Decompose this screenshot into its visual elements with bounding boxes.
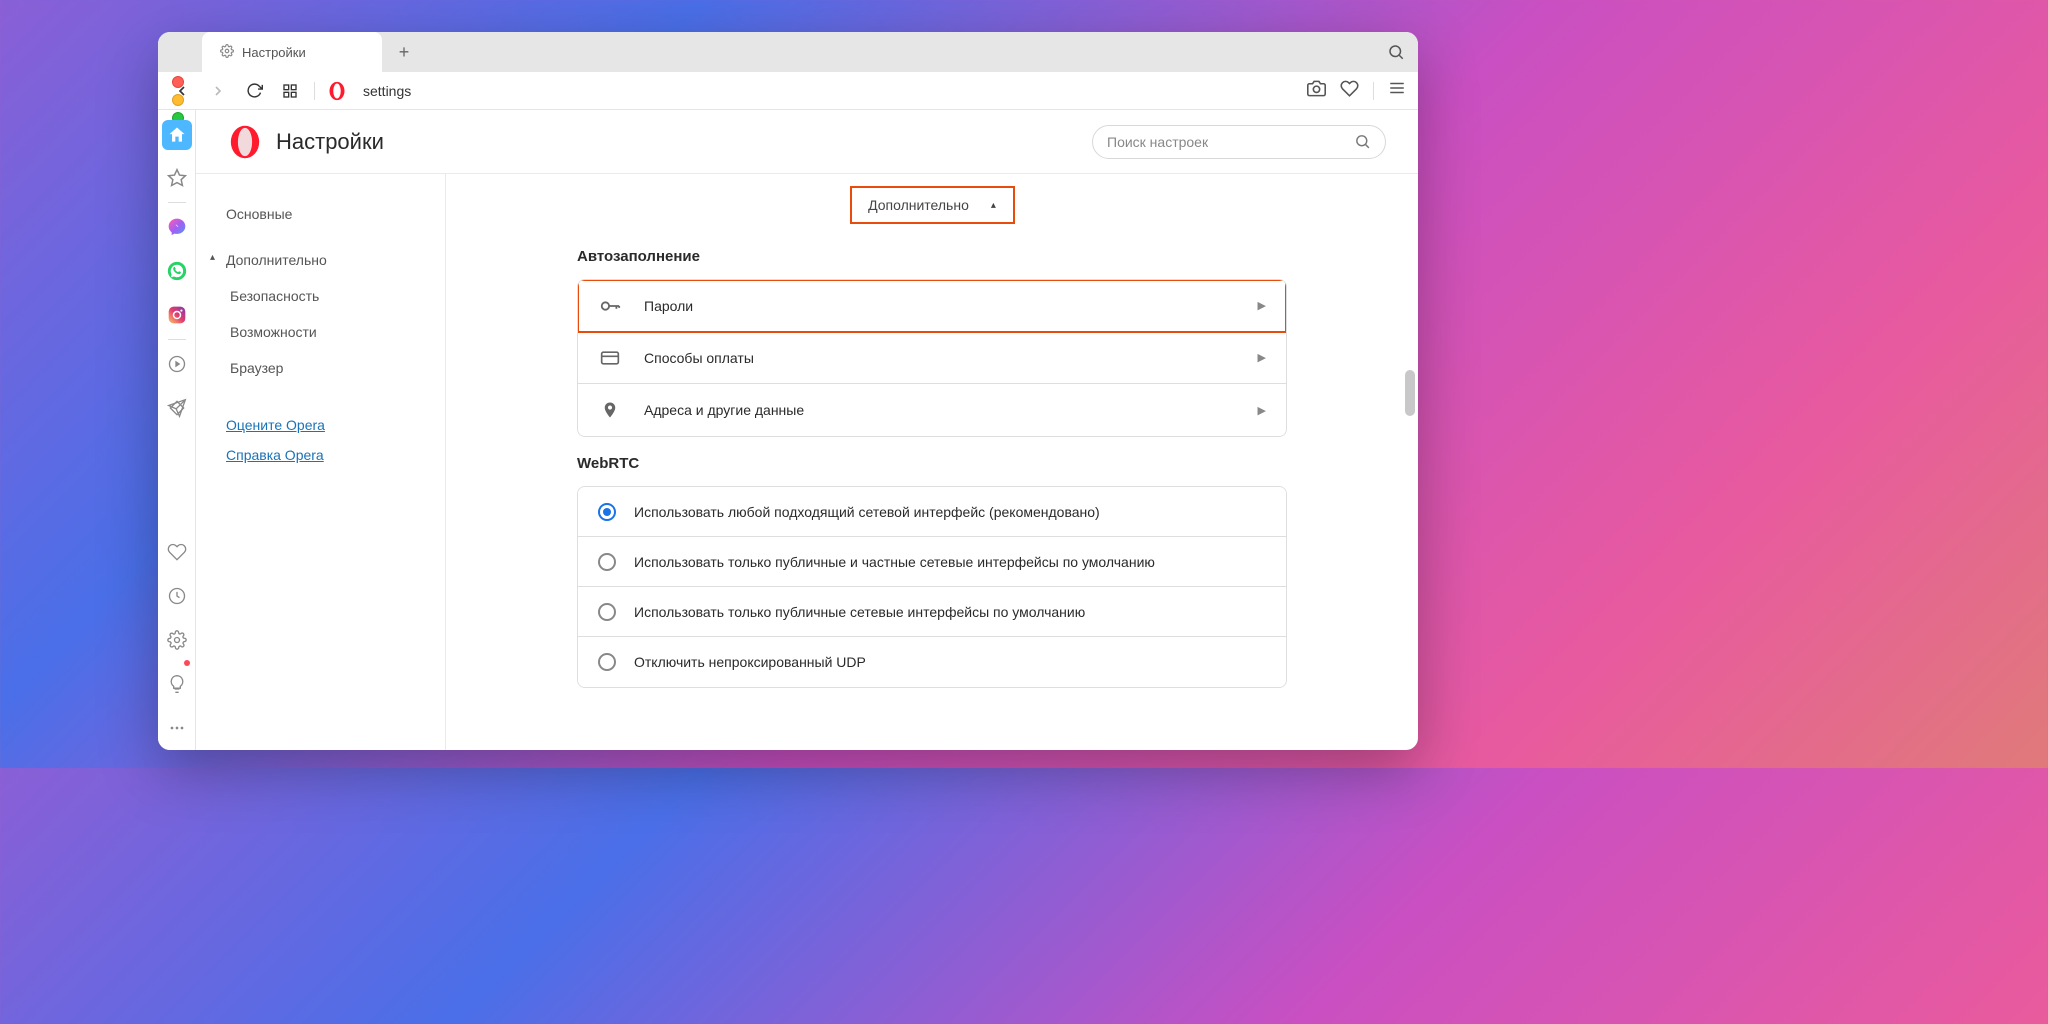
advanced-dropdown[interactable]: Дополнительно ▴: [850, 186, 1015, 224]
webrtc-option-3[interactable]: Использовать только публичные сетевые ин…: [578, 587, 1286, 637]
nav-basic[interactable]: Основные: [196, 196, 445, 232]
row-label: Пароли: [644, 298, 1236, 314]
option-label: Использовать только публичные сетевые ин…: [634, 604, 1266, 620]
sidebar-heart-icon[interactable]: [158, 530, 196, 574]
camera-icon[interactable]: [1307, 79, 1326, 103]
new-tab-button[interactable]: +: [390, 38, 418, 66]
vertical-sidebar: [158, 110, 196, 750]
menu-icon[interactable]: [1388, 79, 1406, 102]
tab-settings[interactable]: Настройки: [202, 32, 382, 72]
address-bar: settings: [158, 72, 1418, 110]
opera-icon: [327, 81, 347, 101]
row-label: Способы оплаты: [644, 350, 1236, 366]
autofill-card: Пароли ▶ Способы оплаты ▶ Адреса и други…: [577, 279, 1287, 437]
chevron-up-icon: ▴: [991, 200, 996, 211]
nav-features[interactable]: Возможности: [196, 314, 445, 350]
radio-icon: [598, 603, 616, 621]
tab-bar: Настройки +: [158, 32, 1418, 72]
divider: [314, 82, 315, 100]
search-input[interactable]: [1107, 134, 1354, 150]
row-addresses[interactable]: Адреса и другие данные ▶: [578, 384, 1286, 436]
sidebar-settings-icon[interactable]: [158, 618, 196, 662]
content-area: Настройки Основные Дополнительно Безопас…: [158, 110, 1418, 750]
row-passwords[interactable]: Пароли ▶: [578, 280, 1286, 332]
location-icon: [598, 401, 622, 419]
credit-card-icon: [598, 348, 622, 368]
forward-button[interactable]: [206, 79, 230, 103]
row-payment[interactable]: Способы оплаты ▶: [578, 332, 1286, 384]
key-icon: [598, 295, 622, 317]
speed-dial-icon[interactable]: [278, 79, 302, 103]
browser-window: Настройки + settings: [158, 32, 1418, 750]
sidebar-home-icon[interactable]: [162, 120, 192, 150]
url-field[interactable]: settings: [359, 83, 1295, 99]
chevron-right-icon: ▶: [1258, 351, 1266, 364]
settings-sections: Дополнительно ▴ Автозаполнение Пароли ▶: [446, 174, 1418, 750]
section-webrtc-title: WebRTC: [577, 455, 1287, 472]
window-controls: [172, 76, 184, 124]
nav-advanced[interactable]: Дополнительно: [196, 242, 445, 278]
opera-logo-icon: [228, 125, 262, 159]
sidebar-lightbulb-icon[interactable]: [158, 662, 196, 706]
webrtc-option-4[interactable]: Отключить непроксированный UDP: [578, 637, 1286, 687]
nav-help-opera[interactable]: Справка Opera: [196, 440, 445, 470]
divider: [168, 202, 186, 203]
nav-rate-opera[interactable]: Оцените Opera: [196, 410, 445, 440]
option-label: Использовать любой подходящий сетевой ин…: [634, 504, 1266, 520]
sidebar-flow-icon[interactable]: [158, 386, 196, 430]
search-icon: [1354, 133, 1371, 150]
option-label: Использовать только публичные и частные …: [634, 554, 1266, 570]
heart-icon[interactable]: [1340, 79, 1359, 103]
settings-search[interactable]: [1092, 125, 1386, 159]
radio-icon: [598, 653, 616, 671]
tab-title: Настройки: [242, 45, 306, 60]
nav-security[interactable]: Безопасность: [196, 278, 445, 314]
section-autofill-title: Автозаполнение: [577, 248, 1287, 265]
sidebar-messenger-icon[interactable]: [158, 205, 196, 249]
divider: [1373, 82, 1374, 100]
nav-browser[interactable]: Браузер: [196, 350, 445, 386]
main-body: Основные Дополнительно Безопасность Возм…: [196, 174, 1418, 750]
page-title: Настройки: [276, 129, 384, 155]
chevron-right-icon: ▶: [1258, 299, 1266, 312]
sidebar-more-icon[interactable]: [158, 706, 196, 750]
sidebar-player-icon[interactable]: [158, 342, 196, 386]
webrtc-card: Использовать любой подходящий сетевой ин…: [577, 486, 1287, 688]
sidebar-history-icon[interactable]: [158, 574, 196, 618]
webrtc-option-2[interactable]: Использовать только публичные и частные …: [578, 537, 1286, 587]
tab-search-icon[interactable]: [1384, 40, 1408, 64]
gear-icon: [220, 44, 234, 61]
webrtc-option-1[interactable]: Использовать любой подходящий сетевой ин…: [578, 487, 1286, 537]
reload-button[interactable]: [242, 79, 266, 103]
chevron-right-icon: ▶: [1258, 404, 1266, 417]
scrollbar-thumb[interactable]: [1405, 370, 1415, 416]
option-label: Отключить непроксированный UDP: [634, 654, 1266, 670]
minimize-window[interactable]: [172, 94, 184, 106]
settings-nav: Основные Дополнительно Безопасность Возм…: [196, 174, 446, 750]
radio-checked-icon: [598, 503, 616, 521]
radio-icon: [598, 553, 616, 571]
divider: [168, 339, 186, 340]
dropdown-label: Дополнительно: [868, 197, 969, 213]
sidebar-whatsapp-icon[interactable]: [158, 249, 196, 293]
sidebar-instagram-icon[interactable]: [158, 293, 196, 337]
row-label: Адреса и другие данные: [644, 402, 1236, 418]
notification-dot: [184, 660, 190, 666]
close-window[interactable]: [172, 76, 184, 88]
sidebar-bookmarks-icon[interactable]: [158, 156, 196, 200]
settings-header: Настройки: [196, 110, 1418, 174]
